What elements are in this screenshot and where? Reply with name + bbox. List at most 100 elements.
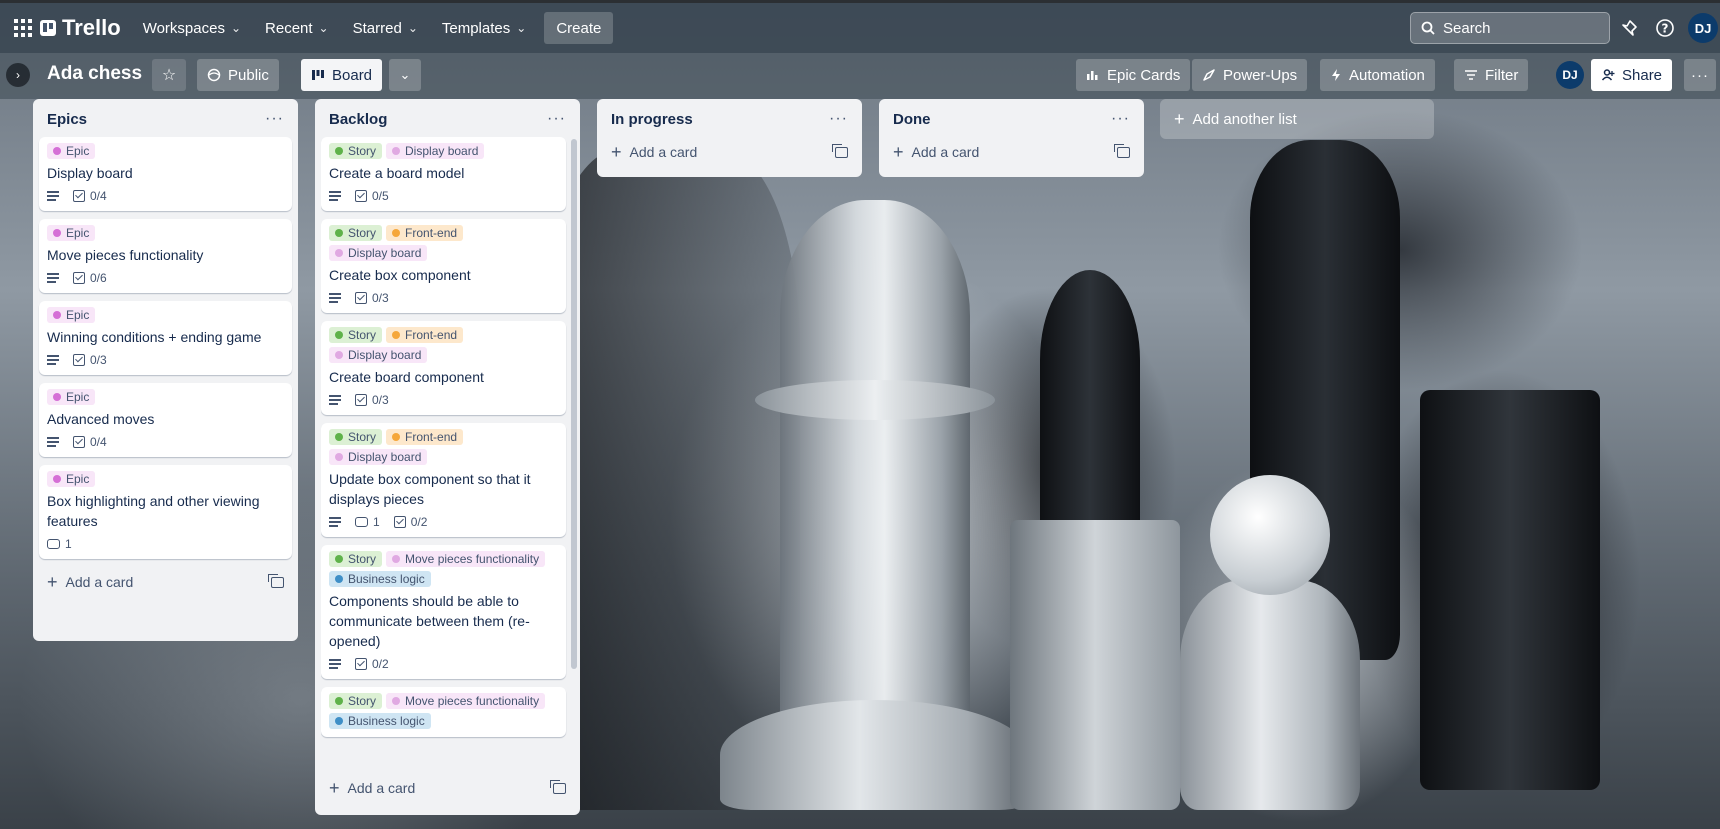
label-epic[interactable]: Epic: [47, 389, 96, 405]
label-business-logic[interactable]: Business logic: [329, 571, 431, 587]
label-business-logic[interactable]: Business logic: [329, 713, 431, 729]
label-display-board[interactable]: Display board: [386, 143, 485, 159]
label-text: Epic: [66, 390, 90, 404]
view-switcher-button[interactable]: ⌄: [389, 59, 421, 91]
card[interactable]: Story Display board Create a board model 0/…: [321, 137, 566, 211]
epic-cards-button[interactable]: Epic Cards: [1076, 59, 1191, 91]
chevron-down-icon: ⌄: [318, 21, 329, 35]
list-menu-icon[interactable]: ···: [265, 110, 284, 128]
label-epic[interactable]: Epic: [47, 471, 96, 487]
label-story[interactable]: Story: [329, 429, 383, 445]
more-icon: ···: [1691, 66, 1709, 84]
label-story[interactable]: Story: [329, 693, 383, 709]
add-card-button[interactable]: + Add a card: [885, 137, 1138, 167]
list-title[interactable]: Backlog: [329, 111, 387, 128]
list-menu-icon[interactable]: ···: [547, 110, 566, 128]
checklist-icon: [73, 436, 85, 448]
list-title[interactable]: Epics: [47, 111, 87, 128]
label-front-end[interactable]: Front-end: [386, 327, 464, 343]
card[interactable]: Epic Box highlighting and other viewing f…: [39, 465, 292, 559]
nav-workspaces[interactable]: Workspaces ⌄: [131, 12, 253, 44]
label-text: Front-end: [405, 430, 458, 444]
label-text: Story: [348, 694, 377, 708]
checklist-icon: [73, 272, 85, 284]
label-text: Display board: [348, 348, 422, 362]
label-move-pieces-functionality[interactable]: Move pieces functionality: [386, 693, 546, 709]
automation-button[interactable]: Automation: [1320, 59, 1435, 91]
card-template-icon[interactable]: [832, 143, 848, 158]
nav-starred[interactable]: Starred ⌄: [341, 12, 430, 44]
card[interactable]: Epic Winning conditions + ending game 0/3: [39, 301, 292, 375]
label-story[interactable]: Story: [329, 225, 383, 241]
card[interactable]: Story Front-end Display board Create board …: [321, 321, 566, 415]
label-story[interactable]: Story: [329, 327, 383, 343]
label-story[interactable]: Story: [329, 143, 383, 159]
create-button[interactable]: Create: [544, 12, 614, 44]
star-board-button[interactable]: ☆: [152, 59, 186, 91]
label-front-end[interactable]: Front-end: [386, 225, 464, 241]
checklist-icon: [355, 658, 367, 670]
card-template-icon[interactable]: [550, 779, 566, 794]
list-menu-icon[interactable]: ···: [1111, 110, 1130, 128]
description-badge: [329, 659, 341, 669]
checklist-count: 0/6: [90, 271, 107, 285]
card[interactable]: Epic Move pieces functionality 0/6: [39, 219, 292, 293]
label-epic[interactable]: Epic: [47, 143, 96, 159]
description-badge: [329, 517, 341, 527]
board-title[interactable]: Ada chess: [47, 63, 142, 85]
list-title[interactable]: In progress: [611, 111, 693, 128]
checklist-badge: 0/4: [73, 189, 107, 203]
label-dot-icon: [53, 475, 61, 483]
list-backlog: Backlog ··· Story Display board Create a b…: [315, 99, 580, 815]
label-dot-icon: [392, 147, 401, 155]
label-text: Epic: [66, 226, 90, 240]
powerups-button[interactable]: Power-Ups: [1192, 59, 1308, 91]
label-dot-icon: [335, 249, 343, 257]
add-card-button[interactable]: + Add a card: [603, 137, 856, 167]
white-king-collar: [755, 380, 995, 420]
search-box[interactable]: [1410, 12, 1610, 44]
label-text: Story: [348, 144, 377, 158]
list-scrollbar[interactable]: [571, 139, 577, 669]
board-menu-button[interactable]: ···: [1684, 59, 1716, 91]
card-template-icon[interactable]: [1114, 143, 1130, 158]
visibility-button[interactable]: Public: [197, 59, 279, 91]
label-story[interactable]: Story: [329, 551, 383, 567]
nav-recent[interactable]: Recent ⌄: [253, 12, 341, 44]
add-card-button[interactable]: + Add a card: [39, 567, 292, 597]
card[interactable]: Story Front-end Display board Create box co…: [321, 219, 566, 313]
sidebar-expand-icon[interactable]: ›: [6, 63, 30, 87]
label-display-board[interactable]: Display board: [329, 449, 428, 465]
search-input[interactable]: [1443, 19, 1593, 37]
label-front-end[interactable]: Front-end: [386, 429, 464, 445]
description-icon: [329, 517, 341, 527]
label-epic[interactable]: Epic: [47, 307, 96, 323]
filter-button[interactable]: Filter: [1454, 59, 1529, 91]
checklist-icon: [73, 354, 85, 366]
label-move-pieces-functionality[interactable]: Move pieces functionality: [386, 551, 546, 567]
list-title[interactable]: Done: [893, 111, 931, 128]
share-button[interactable]: Share: [1591, 59, 1673, 91]
card[interactable]: Story Front-end Display board Update box co…: [321, 423, 566, 537]
nav-templates[interactable]: Templates ⌄: [430, 12, 538, 44]
card[interactable]: Epic Display board 0/4: [39, 137, 292, 211]
card[interactable]: Epic Advanced moves 0/4: [39, 383, 292, 457]
card-template-icon[interactable]: [268, 573, 284, 588]
list-menu-icon[interactable]: ···: [829, 110, 848, 128]
app-switcher-icon[interactable]: [10, 16, 34, 40]
trello-logo[interactable]: Trello: [40, 15, 121, 41]
help-icon[interactable]: ?: [1652, 15, 1678, 41]
checklist-badge: 0/3: [355, 291, 389, 305]
label-display-board[interactable]: Display board: [329, 347, 428, 363]
notifications-icon[interactable]: [1617, 15, 1643, 41]
card[interactable]: Story Move pieces functionality Business l…: [321, 545, 566, 679]
rocket-icon: [1203, 69, 1215, 81]
board-view-button[interactable]: Board: [301, 59, 383, 91]
label-epic[interactable]: Epic: [47, 225, 96, 241]
user-avatar[interactable]: DJ: [1688, 13, 1718, 43]
card[interactable]: Story Move pieces functionality Business l…: [321, 687, 566, 737]
label-display-board[interactable]: Display board: [329, 245, 428, 261]
board-member-avatar[interactable]: DJ: [1556, 61, 1584, 89]
add-list-button[interactable]: + Add another list: [1160, 99, 1434, 139]
add-card-button[interactable]: + Add a card: [321, 773, 574, 803]
